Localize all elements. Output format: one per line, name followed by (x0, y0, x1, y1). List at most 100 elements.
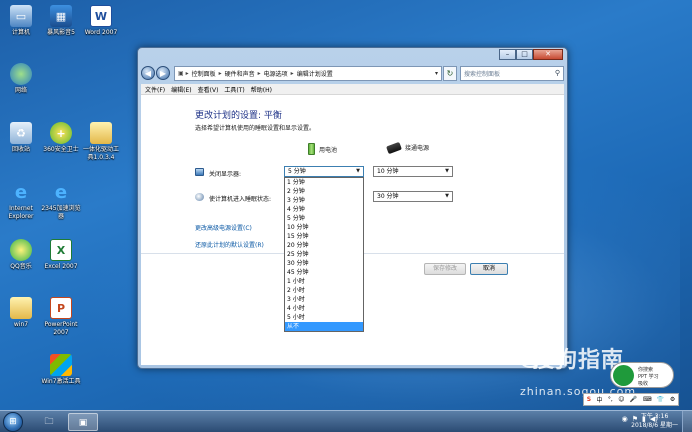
menu-bar: 文件(F) 编辑(E) 查看(V) 工具(T) 帮助(H) (141, 84, 564, 95)
dropdown-option[interactable]: 45 分钟 (285, 268, 363, 277)
address-dropdown-icon[interactable]: ▾ (435, 70, 438, 77)
display-off-plugged-value: 10 分钟 (377, 168, 399, 175)
plugged-column-label: 接通电源 (405, 145, 430, 152)
breadcrumb-edit-plan[interactable]: 编辑计划设置 (297, 69, 333, 78)
ime-toolbar[interactable]: S 中 °, ☺ 🎤 ⌨ 👕 ⚙ (583, 393, 679, 406)
breadcrumb-control-panel[interactable]: 控制面板 (192, 69, 216, 78)
desktop-icon-label: PowerPoint 2007 (44, 321, 78, 336)
address-bar[interactable]: ▣ ▸ 控制面板 ▸ 硬件和声音 ▸ 电源选项 ▸ 编辑计划设置 ▾ (174, 65, 442, 81)
battery-column-header: 用电池 (308, 143, 337, 155)
dropdown-option[interactable]: 10 分钟 (285, 223, 363, 232)
toolbox-icon[interactable]: ⚙ (670, 396, 675, 403)
dropdown-option[interactable]: 5 小时 (285, 313, 363, 322)
advanced-power-settings-link[interactable]: 更改高级电源设置(C) (195, 223, 252, 232)
security-guard-icon: + (50, 122, 72, 144)
dropdown-option[interactable]: 3 小时 (285, 295, 363, 304)
minimize-button[interactable]: – (499, 49, 516, 60)
clock[interactable]: 下午 3:16 2018/8/6 星期一 (631, 412, 678, 430)
dropdown-option[interactable]: 20 分钟 (285, 241, 363, 250)
desktop-icon-ie[interactable]: e Internet Explorer (1, 181, 41, 221)
skin-icon[interactable]: 👕 (657, 396, 664, 403)
desktop-icon-recycle-bin[interactable]: ♻ 回收站 (1, 122, 41, 154)
display-off-plugged-select[interactable]: 10 分钟 ▼ (373, 166, 453, 177)
dropdown-option[interactable]: 1 分钟 (285, 178, 363, 187)
search-placeholder: 搜索控制面板 (464, 70, 501, 78)
taskbar-explorer-button[interactable]: 🗀 (34, 413, 64, 431)
desktop-icon-powerpoint[interactable]: P PowerPoint 2007 (41, 297, 81, 337)
microphone-icon[interactable]: 🎤 (630, 396, 637, 403)
menu-file[interactable]: 文件(F) (145, 85, 165, 94)
folder-icon (90, 122, 112, 144)
desktop-icon-media-player[interactable]: ▦ 暴风影音5 (41, 5, 81, 37)
dropdown-option[interactable]: 2 分钟 (285, 187, 363, 196)
dropdown-option-selected[interactable]: 从不 (285, 322, 363, 331)
restore-defaults-link[interactable]: 还原此计划的默认设置(R) (195, 240, 264, 249)
battery-icon (308, 143, 315, 155)
menu-help[interactable]: 帮助(H) (251, 85, 272, 94)
menu-view[interactable]: 查看(V) (198, 85, 219, 94)
search-input[interactable]: 搜索控制面板 ⚲ (460, 65, 564, 81)
dropdown-option[interactable]: 2 小时 (285, 286, 363, 295)
page-subtitle: 选择希望计算机使用的睡眠设置和显示设置。 (195, 125, 316, 132)
tray-app-icon[interactable]: ◉ (622, 415, 628, 423)
taskbar: ⊞ 🗀 ▣ ◉ ⚑ ▮ ◀) 下午 3:16 2018/8/6 星期一 (0, 410, 692, 432)
breadcrumb-hardware-sound[interactable]: 硬件和声音 (225, 69, 255, 78)
forward-button[interactable]: ▶ (156, 66, 170, 80)
back-button[interactable]: ◀ (141, 66, 155, 80)
desktop-icon-driver-tool[interactable]: 一体化驱动工具1.0.3.4 (81, 122, 121, 162)
cancel-button[interactable]: 取消 (470, 263, 508, 275)
browser-icon: e (54, 181, 68, 203)
save-button[interactable]: 保存修改 (424, 263, 466, 275)
clock-time: 下午 3:16 (640, 413, 669, 420)
computer-icon: ▭ (10, 5, 32, 27)
desktop-icon-360[interactable]: + 360安全卫士 (41, 122, 81, 154)
ime-floating-badge[interactable]: 你搜索 PPT 学习 吸收 (610, 362, 674, 388)
ime-line-3: 吸收 (638, 381, 649, 387)
maximize-button[interactable]: □ (516, 49, 533, 60)
dropdown-option[interactable]: 30 分钟 (285, 259, 363, 268)
display-off-battery-select[interactable]: 5 分钟 ▼ (284, 166, 364, 177)
desktop-icon-2345[interactable]: e 2345加速浏览器 (41, 181, 81, 221)
chevron-right-icon: ▸ (290, 69, 294, 77)
desktop-icon-label: 暴风影音5 (47, 29, 75, 36)
sleep-label: 使计算机进入睡眠状态: (209, 196, 272, 203)
desktop-icon-win7-activator[interactable]: Win7激活工具 (41, 354, 81, 386)
breadcrumb-power-options[interactable]: 电源选项 (264, 69, 288, 78)
ime-mode-icon[interactable]: 中 (596, 395, 602, 404)
desktop-icon-network[interactable]: 网络 (1, 63, 41, 95)
dropdown-option[interactable]: 1 小时 (285, 277, 363, 286)
desktop-icon-excel[interactable]: X Excel 2007 (41, 239, 81, 271)
desktop-icon-label: Win7激活工具 (41, 378, 81, 385)
desktop-icon-qq-music[interactable]: QQ音乐 (1, 239, 41, 271)
keyboard-icon[interactable]: ⌨ (643, 396, 652, 403)
sleep-plugged-value: 30 分钟 (377, 193, 399, 200)
desktop-icon-word[interactable]: W Word 2007 (81, 5, 121, 37)
plugged-column-header: 接通电源 (386, 141, 430, 154)
desktop-icon-win7-folder[interactable]: win7 (1, 297, 41, 329)
menu-tools[interactable]: 工具(T) (224, 85, 244, 94)
dropdown-option[interactable]: 4 分钟 (285, 205, 363, 214)
start-button[interactable]: ⊞ (3, 412, 23, 432)
dropdown-option[interactable]: 25 分钟 (285, 250, 363, 259)
emoji-icon[interactable]: ☺ (618, 396, 624, 403)
dropdown-option[interactable]: 5 分钟 (285, 214, 363, 223)
refresh-button[interactable]: ↻ (443, 65, 457, 81)
ie-icon: e (14, 181, 28, 203)
sleep-plugged-select[interactable]: 30 分钟 ▼ (373, 191, 453, 202)
dropdown-option[interactable]: 4 小时 (285, 304, 363, 313)
menu-edit[interactable]: 编辑(E) (171, 85, 191, 94)
control-panel-icon: ▣ ▸ (178, 69, 189, 77)
chevron-right-icon: ▸ (257, 69, 261, 77)
show-desktop-button[interactable] (682, 411, 692, 432)
desktop-icon-label: 一体化驱动工具1.0.3.4 (82, 146, 119, 161)
taskbar-control-panel-button[interactable]: ▣ (68, 413, 98, 431)
dropdown-option[interactable]: 15 分钟 (285, 232, 363, 241)
dropdown-option[interactable]: 3 分钟 (285, 196, 363, 205)
ime-line-2: PPT 学习 (638, 374, 659, 380)
display-off-dropdown-list: 1 分钟 2 分钟 3 分钟 4 分钟 5 分钟 10 分钟 15 分钟 20 … (284, 177, 364, 332)
punctuation-icon[interactable]: °, (608, 396, 613, 403)
caption-buttons: – □ ✕ (499, 49, 563, 60)
sleep-icon (195, 193, 204, 201)
close-button[interactable]: ✕ (533, 49, 563, 60)
desktop-icon-computer[interactable]: ▭ 计算机 (1, 5, 41, 37)
